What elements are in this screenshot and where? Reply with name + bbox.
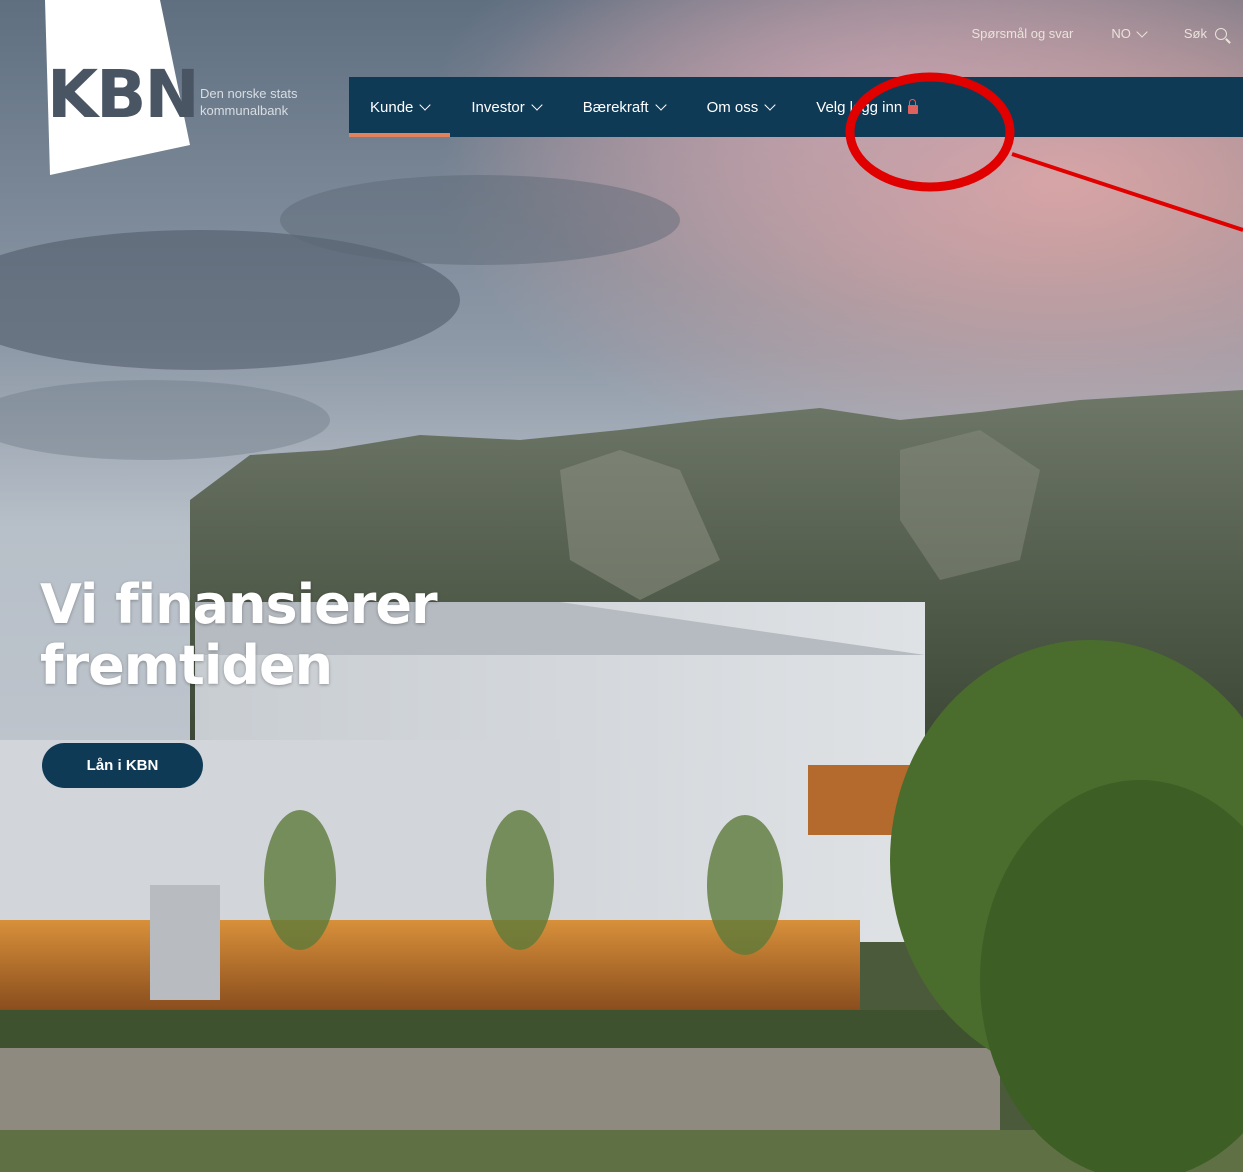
search-label: Søk (1183, 26, 1207, 41)
login-button[interactable]: Velg logg inn (795, 77, 939, 137)
language-label: NO (1111, 26, 1131, 41)
chevron-down-icon (419, 98, 432, 111)
nav-label: Kunde (370, 98, 414, 116)
nav-item-investor[interactable]: Investor (450, 77, 561, 137)
nav-label: Om oss (706, 98, 759, 116)
hero-headline: Vi finansierer fremtiden (40, 573, 438, 697)
logo-card[interactable]: KBN (0, 0, 200, 180)
nav-item-baerekraft[interactable]: Bærekraft (562, 77, 686, 137)
nav-label: Bærekraft (582, 98, 649, 116)
language-selector[interactable]: NO (1111, 25, 1148, 41)
brand-tagline: Den norske stats kommunalbank (200, 85, 298, 119)
kbn-logo: KBN (47, 56, 200, 133)
chevron-down-icon (654, 98, 667, 111)
headline-line-2: fremtiden (40, 634, 333, 697)
nav-label: Investor (471, 98, 525, 116)
lan-i-kbn-button[interactable]: Lån i KBN (42, 743, 203, 788)
headline-line-1: Vi finansierer (40, 573, 438, 636)
tagline-line-2: kommunalbank (200, 103, 289, 118)
login-label: Velg logg inn (816, 98, 903, 116)
tagline-line-1: Den norske stats (200, 86, 298, 101)
chevron-down-icon (1136, 25, 1148, 38)
faq-label: Spørsmål og svar (971, 26, 1074, 41)
main-nav: Kunde Investor Bærekraft Om oss Velg log… (349, 77, 1243, 137)
faq-link[interactable]: Spørsmål og svar (972, 26, 1074, 41)
nav-item-kunde[interactable]: Kunde (349, 77, 451, 137)
search-button[interactable]: Søk (1184, 26, 1227, 41)
search-icon (1215, 27, 1227, 40)
chevron-down-icon (531, 98, 543, 111)
nav-item-om-oss[interactable]: Om oss (686, 77, 796, 137)
utility-nav: Spørsmål og svar NO Søk (972, 25, 1227, 41)
chevron-down-icon (764, 98, 776, 111)
lock-icon (908, 98, 919, 114)
